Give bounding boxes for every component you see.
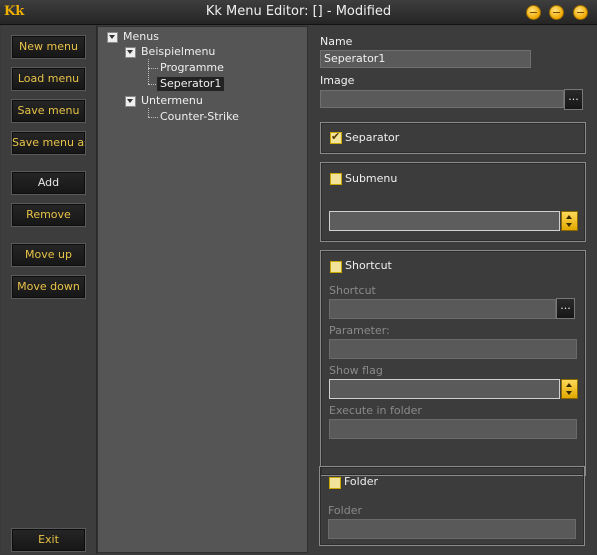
execute-folder-label: Execute in folder xyxy=(329,404,422,417)
tree-node-counter-strike[interactable]: Counter-Strike xyxy=(160,110,239,124)
title-bar: Kk Kk Menu Editor: [] - Modified xyxy=(0,0,597,25)
move-down-button[interactable]: Move down xyxy=(11,275,86,299)
save-menu-as-button[interactable]: Save menu as xyxy=(11,131,86,155)
tree-node-menus[interactable]: Menus xyxy=(123,30,159,44)
show-flag-select[interactable] xyxy=(329,379,560,399)
collapse-toggle-icon[interactable] xyxy=(125,47,136,58)
show-flag-label: Show flag xyxy=(329,364,383,377)
submenu-select[interactable] xyxy=(329,211,560,231)
name-label: Name xyxy=(320,35,353,48)
save-menu-button[interactable]: Save menu xyxy=(11,99,86,123)
parameter-field[interactable] xyxy=(329,339,577,359)
tree-node-programme[interactable]: Programme xyxy=(160,61,224,75)
tree-node-untermenu[interactable]: Untermenu xyxy=(141,94,203,108)
remove-button[interactable]: Remove xyxy=(11,203,86,227)
folder-group: Folder Folder xyxy=(319,466,585,546)
add-button[interactable]: Add xyxy=(11,171,86,195)
folder-check-label: Folder xyxy=(344,475,378,488)
move-up-button[interactable]: Move up xyxy=(11,243,86,267)
tree-branch-line xyxy=(148,68,158,69)
collapse-toggle-icon[interactable] xyxy=(125,96,136,107)
tree-branch-line xyxy=(148,59,149,84)
collapse-toggle-icon[interactable] xyxy=(107,32,118,43)
show-flag-spinner-icon[interactable] xyxy=(561,379,578,399)
folder-label: Folder xyxy=(328,504,362,517)
properties-panel: Name Seperator1 Image ... Separator Subm… xyxy=(308,26,596,554)
shortcut-field[interactable] xyxy=(329,299,556,319)
shortcut-label: Shortcut xyxy=(329,284,376,297)
shortcut-checkbox[interactable] xyxy=(330,261,342,273)
tree-branch-line xyxy=(148,117,158,118)
separator-group: Separator xyxy=(320,122,586,154)
load-menu-button[interactable]: Load menu xyxy=(11,67,86,91)
new-menu-button[interactable]: New menu xyxy=(11,35,86,59)
submenu-spinner-icon[interactable] xyxy=(561,211,578,231)
image-browse-button[interactable]: ... xyxy=(564,89,583,110)
submenu-group: Submenu xyxy=(320,162,586,242)
shortcut-check-label: Shortcut xyxy=(345,259,392,272)
window-title: Kk Menu Editor: [] - Modified xyxy=(205,4,392,19)
maximize-button[interactable] xyxy=(549,5,564,20)
submenu-checkbox[interactable] xyxy=(330,173,342,185)
parameter-label: Parameter: xyxy=(329,324,390,337)
minimize-button[interactable] xyxy=(526,5,541,20)
image-field[interactable] xyxy=(320,90,564,108)
folder-checkbox[interactable] xyxy=(329,477,341,489)
folder-field[interactable] xyxy=(328,519,576,539)
shortcut-browse-button[interactable]: ... xyxy=(556,298,575,319)
separator-checkbox[interactable] xyxy=(330,130,342,144)
exit-button[interactable]: Exit xyxy=(11,528,86,552)
tree-node-beispielmenu[interactable]: Beispielmenu xyxy=(141,45,215,59)
separator-label: Separator xyxy=(345,131,400,144)
close-button[interactable] xyxy=(573,5,588,20)
menu-tree[interactable]: Menus Beispielmenu Programme Seperator1 … xyxy=(97,26,308,553)
tree-node-seperator1-selected[interactable]: Seperator1 xyxy=(157,77,225,91)
tree-branch-line xyxy=(148,108,149,117)
submenu-label: Submenu xyxy=(345,172,398,185)
shortcut-group: Shortcut Shortcut ... Parameter: Show fl… xyxy=(320,250,586,476)
image-label: Image xyxy=(320,74,355,87)
execute-folder-field[interactable] xyxy=(329,419,577,439)
name-field[interactable]: Seperator1 xyxy=(320,50,531,68)
